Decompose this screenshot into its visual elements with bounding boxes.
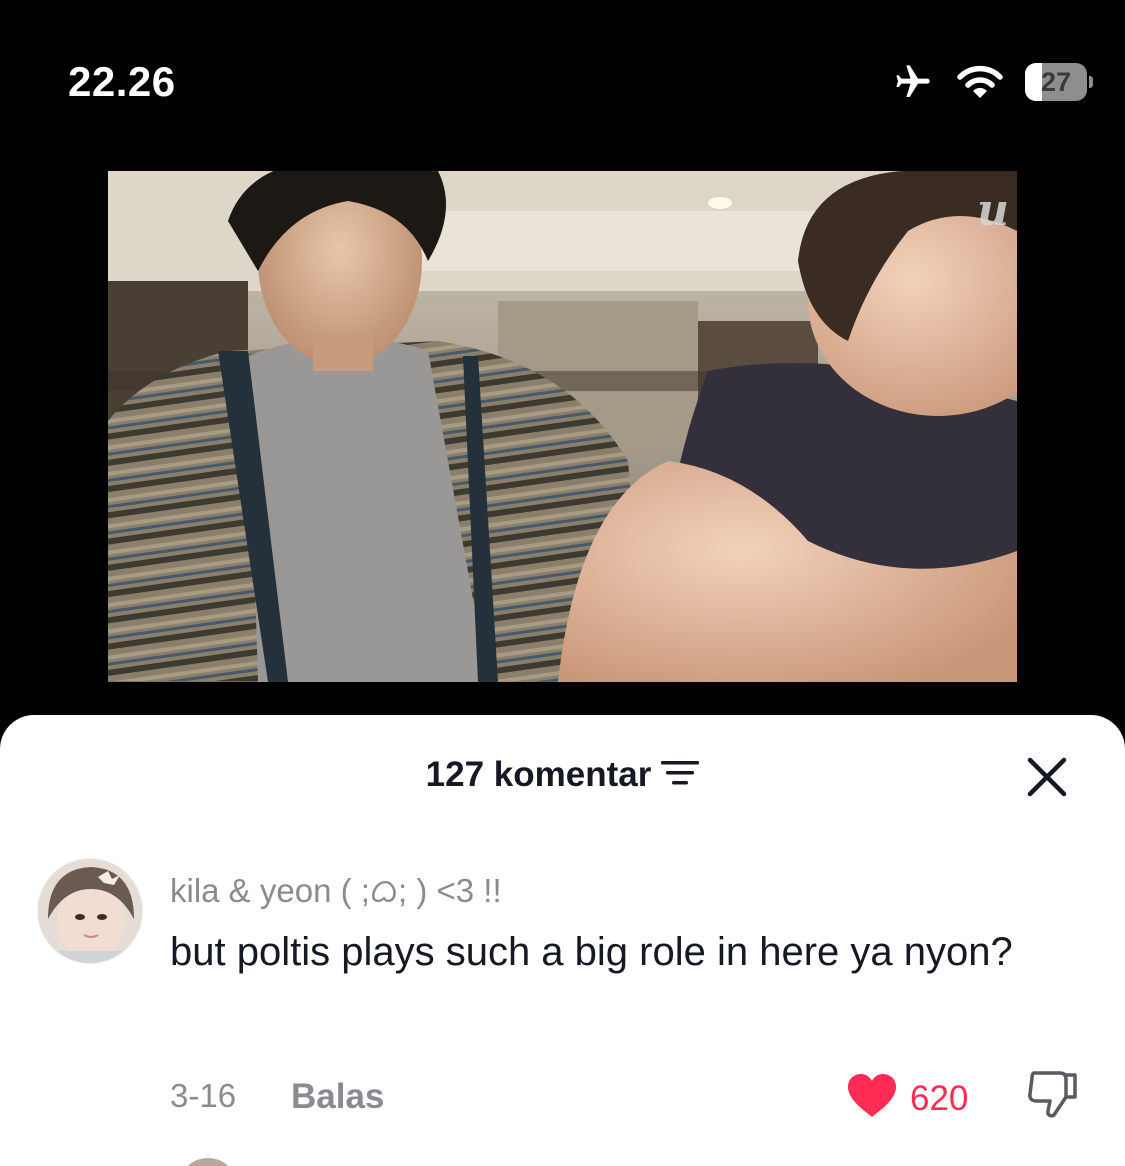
next-comment-avatar[interactable] — [178, 1158, 238, 1166]
comments-sheet: 127 komentar kila & yeon (;ᜊ;) <3 !! b… — [0, 715, 1125, 1166]
avatar[interactable] — [37, 858, 143, 964]
thumbs-down-icon — [1026, 1071, 1078, 1123]
comment-count-button[interactable]: 127 komentar — [426, 755, 700, 795]
airplane-icon — [891, 62, 935, 102]
comment-count-label: 127 komentar — [425, 755, 652, 794]
battery-level: 27 — [1040, 67, 1072, 97]
close-button[interactable] — [1025, 757, 1069, 801]
dislike-button[interactable] — [1026, 1069, 1078, 1124]
reply-button[interactable]: Balas — [291, 1077, 384, 1117]
like-button[interactable]: 620 — [846, 1073, 968, 1124]
comment-text: but poltis plays such a big role in here… — [170, 930, 1013, 974]
video-frame-image — [108, 171, 1017, 682]
wifi-icon — [957, 64, 1003, 100]
heart-icon — [846, 1073, 898, 1124]
status-bar: 22.26 27 — [0, 0, 1125, 160]
close-icon — [1027, 757, 1067, 802]
like-count: 620 — [910, 1078, 969, 1118]
status-icons: 27 — [891, 62, 1093, 102]
comments-header: 127 komentar — [0, 755, 1125, 805]
comment-item: kila & yeon ( ;ᜊ; ) <3 !! but poltis pla… — [0, 853, 1125, 1118]
video-player[interactable]: u — [108, 171, 1017, 682]
battery-indicator: 27 — [1025, 63, 1093, 101]
video-watermark: u — [977, 185, 1009, 236]
filter-lines-icon — [661, 755, 700, 795]
status-time: 22.26 — [68, 58, 176, 105]
comment-date: 3-16 — [170, 1077, 237, 1114]
comment-username[interactable]: kila & yeon ( ;ᜊ; ) <3 !! — [170, 867, 502, 912]
comment-meta: 3-16 Balas 620 — [170, 1071, 1090, 1124]
